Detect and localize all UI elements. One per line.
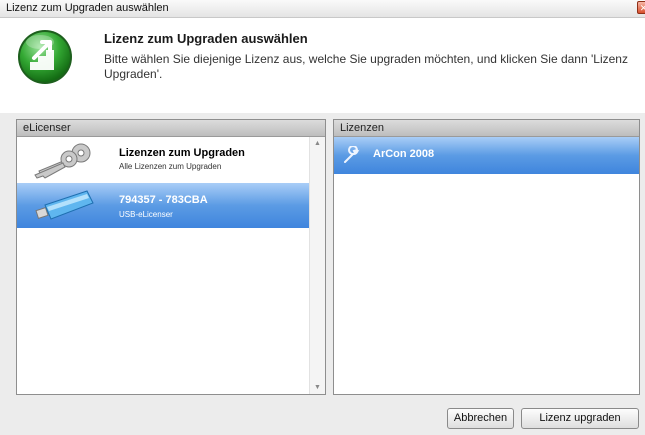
list-item-subtitle: USB-eLicenser — [119, 210, 173, 219]
close-icon[interactable]: ✕ — [637, 1, 645, 14]
title-bar: Lizenz zum Upgraden auswählen ✕ — [0, 0, 645, 18]
upgrade-license-button[interactable]: Lizenz upgraden — [521, 408, 639, 429]
cancel-button[interactable]: Abbrechen — [447, 408, 514, 429]
elicenser-panel: eLicenser Lizenzen zum Upgraden Alle Liz… — [16, 119, 326, 395]
list-item-subtitle: Alle Lizenzen zum Upgraden — [119, 162, 222, 171]
list-item-usb-elicenser[interactable]: 794357 - 783CBA USB-eLicenser — [17, 183, 311, 228]
header-area: Lizenz zum Upgraden auswählen Bitte wähl… — [0, 18, 645, 113]
dialog-description: Bitte wählen Sie diejenige Lizenz aus, w… — [104, 52, 628, 81]
list-item-arcon-2008[interactable]: ArCon 2008 — [334, 137, 639, 174]
elicenser-scrollbar[interactable]: ▲ ▼ — [309, 137, 325, 394]
scroll-down-icon[interactable]: ▼ — [314, 384, 321, 391]
upgrade-logo-icon — [18, 30, 72, 84]
list-item-title: Lizenzen zum Upgraden — [119, 147, 245, 159]
keys-icon — [34, 143, 91, 179]
window-title: Lizenz zum Upgraden auswählen — [6, 2, 169, 14]
dialog-heading: Lizenz zum Upgraden auswählen — [104, 31, 308, 46]
list-item-title: ArCon 2008 — [373, 148, 435, 160]
wrench-icon — [344, 146, 360, 163]
scroll-up-icon[interactable]: ▲ — [314, 140, 321, 147]
licenses-panel: Lizenzen ArCon 2008 — [333, 119, 640, 395]
usb-stick-icon — [35, 190, 94, 220]
list-item-all-licenses[interactable]: Lizenzen zum Upgraden Alle Lizenzen zum … — [17, 137, 311, 182]
licenses-panel-header: Lizenzen — [334, 120, 639, 137]
elicenser-panel-header: eLicenser — [17, 120, 325, 137]
list-item-title: 794357 - 783CBA — [119, 194, 208, 206]
